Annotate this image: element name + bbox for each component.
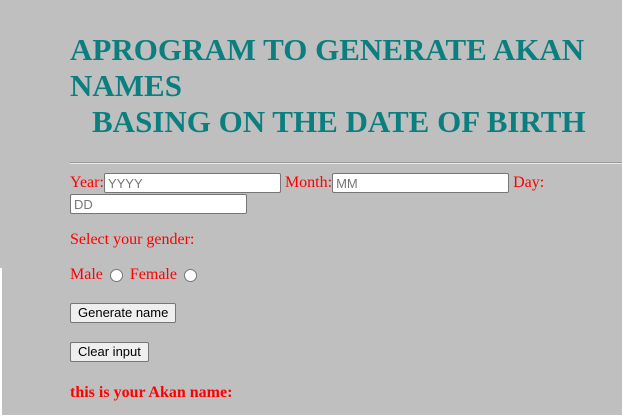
akan-name-result: this is your Akan name: bbox=[70, 384, 233, 401]
page-background: APROGRAM TO GENERATE AKAN NAMES BASING ON… bbox=[0, 0, 622, 420]
bottom-edge-gap bbox=[0, 415, 622, 420]
horizontal-divider bbox=[70, 162, 622, 164]
gender-prompt: Select your gender: bbox=[70, 231, 195, 248]
page-title-line2: BASING ON THE DATE OF BIRTH bbox=[92, 104, 586, 139]
page-title-line1: APROGRAM TO GENERATE AKAN NAMES bbox=[70, 32, 585, 103]
day-input[interactable] bbox=[70, 194, 247, 214]
gender-label-male: Male bbox=[70, 266, 103, 283]
day-label: Day: bbox=[513, 174, 545, 191]
date-input-row: Year: Month: Day: bbox=[70, 172, 615, 194]
month-input[interactable] bbox=[332, 173, 510, 194]
gender-radio-female[interactable] bbox=[183, 268, 197, 282]
month-label: Month: bbox=[284, 174, 333, 191]
year-label: Year: bbox=[70, 174, 104, 191]
day-input-wrap bbox=[70, 194, 247, 214]
gender-options: Male Female bbox=[70, 266, 200, 284]
page-title: APROGRAM TO GENERATE AKAN NAMES BASING ON… bbox=[70, 32, 615, 140]
gender-radio-male[interactable] bbox=[109, 268, 123, 282]
generate-name-button[interactable]: Generate name bbox=[70, 303, 177, 323]
gender-label-female: Female bbox=[129, 266, 177, 283]
year-input[interactable] bbox=[103, 173, 281, 194]
clear-input-button[interactable]: Clear input bbox=[70, 342, 149, 362]
left-edge-gap bbox=[0, 268, 2, 420]
